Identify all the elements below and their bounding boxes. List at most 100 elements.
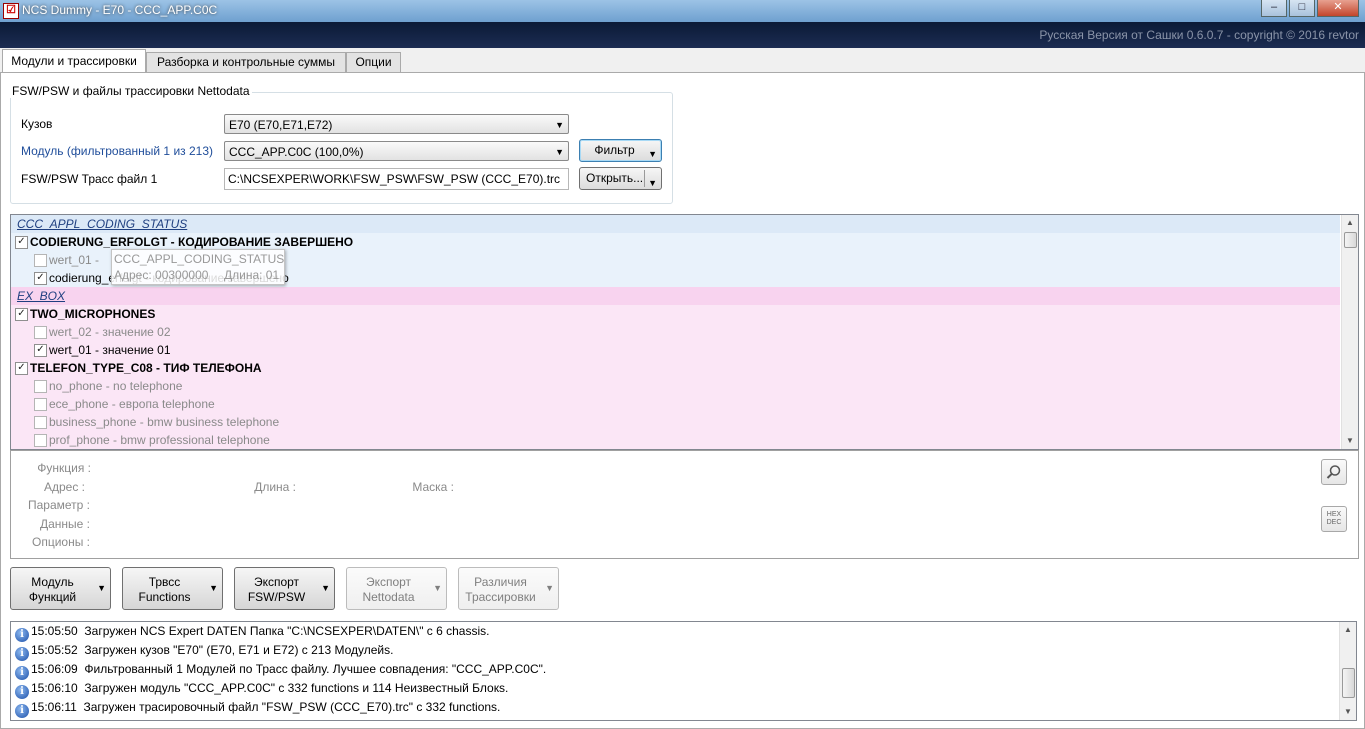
info-icon: i: [15, 647, 29, 661]
tree-parameter-row[interactable]: ✓ TWO_MICROPHONES: [11, 305, 1340, 323]
tree-value-row[interactable]: business_phone - bmw business telephone: [11, 413, 1340, 431]
tree-value-label: no_phone - no telephone: [49, 379, 183, 393]
tree-value-row[interactable]: no_phone - no telephone: [11, 377, 1340, 395]
filter-button[interactable]: Фильтр ▼: [579, 139, 662, 162]
checkbox-checked[interactable]: ✓: [15, 236, 28, 249]
trace-file-label: FSW/PSW Трасс файл 1: [21, 172, 158, 186]
checkbox-unchecked[interactable]: [34, 380, 47, 393]
trace-file-input[interactable]: C:\NCSEXPER\WORK\FSW_PSW\FSW_PSW (CCC_E7…: [224, 168, 569, 190]
hex-dec-toggle-button[interactable]: HEX DEC: [1321, 506, 1347, 532]
info-icon: i: [15, 685, 29, 699]
checkbox-unchecked[interactable]: [34, 434, 47, 447]
export-nettodata-button[interactable]: Экспорт Nettodata ▼: [346, 567, 447, 610]
title-bar: ☑ NCS Dummy - E70 - CCC_APP.C0C – □ ✕: [0, 0, 1365, 22]
checkbox-unchecked[interactable]: [34, 398, 47, 411]
checkbox-checked[interactable]: ✓: [34, 344, 47, 357]
app-icon[interactable]: ☑: [3, 3, 19, 19]
open-button-label: Открыть...: [586, 171, 644, 185]
tree-value-row[interactable]: wert_02 - значение 02: [11, 323, 1340, 341]
scroll-thumb[interactable]: [1342, 668, 1355, 698]
log-entry: i 15:05:52 Загружен кузов "E70" (E70, E71…: [15, 641, 393, 661]
module-select[interactable]: CCC_APP.C0C (100,0%) ▼: [224, 141, 569, 161]
filter-button-label: Фильтр: [594, 143, 635, 157]
window-controls: – □ ✕: [1259, 0, 1359, 18]
tree-scrollbar[interactable]: ▲ ▼: [1341, 215, 1358, 449]
tree-value-label: wert_02 - значение 02: [49, 325, 171, 339]
scroll-down-arrow-icon[interactable]: ▼: [1342, 433, 1358, 449]
tab-page-modules: FSW/PSW и файлы трассировки Nettodata Ку…: [0, 72, 1365, 729]
tree-value-label: business_phone - bmw business telephone: [49, 415, 280, 429]
log-time: 15:05:50: [31, 624, 78, 638]
tree-value-row[interactable]: ece_phone - европа telephone: [11, 395, 1340, 413]
scroll-up-arrow-icon[interactable]: ▲: [1340, 622, 1356, 638]
chevron-down-icon: ▼: [648, 149, 657, 159]
tooltip: CCC_APPL_CODING_STATUS Адрес: 00300000 Д…: [111, 249, 285, 285]
tree-parameter-row[interactable]: ✓ TELEFON_TYPE_C08 - ТИФ ТЕЛЕФОНА: [11, 359, 1340, 377]
tree-value-label: ece_phone - европа telephone: [49, 397, 215, 411]
log-entry: i 15:05:50 Загружен NCS Expert DATEN Папк…: [15, 622, 490, 642]
log-text: Загружен NCS Expert DATEN Папка "C:\NCSE…: [84, 624, 490, 638]
log-entry: i 15:06:09 Фильтрованный 1 Модулей по Тра…: [15, 660, 547, 680]
tree-value-row[interactable]: prof_phone - bmw professional telephone: [11, 431, 1340, 449]
coding-tree[interactable]: CCC_APPL_CODING_STATUS ✓ CODIERUNG_ERFOL…: [10, 214, 1359, 450]
module-select-value: CCC_APP.C0C (100,0%): [229, 145, 364, 159]
button-line2: Функций: [28, 590, 77, 604]
open-button[interactable]: Открыть... ▼: [579, 167, 662, 190]
scroll-down-arrow-icon[interactable]: ▼: [1340, 704, 1356, 720]
log-entry: i 15:06:10 Загружен модуль "CCC_APP.C0C" …: [15, 679, 509, 699]
tree-category-row[interactable]: EX_BOX: [11, 287, 1340, 305]
log-text: Загружен модуль "CCC_APP.C0C" с 332 func…: [84, 681, 509, 695]
checkbox-unchecked[interactable]: [34, 416, 47, 429]
log-entry: i 15:06:11 Загружен трасировочный файл "F…: [15, 698, 501, 718]
magnifier-icon[interactable]: [1321, 459, 1347, 485]
close-button[interactable]: ✕: [1317, 0, 1359, 17]
function-label: Функция :: [37, 461, 91, 475]
length-label: Длина :: [254, 480, 296, 494]
minimize-button[interactable]: –: [1261, 0, 1287, 17]
checkbox-checked[interactable]: ✓: [15, 308, 28, 321]
chevron-down-icon: ▼: [545, 583, 554, 593]
button-line2: FSW/PSW: [247, 590, 306, 604]
log-text: Загружен трасировочный файл "FSW_PSW (CC…: [83, 700, 501, 714]
trace-differences-button[interactable]: Различия Трассировки ▼: [458, 567, 559, 610]
tree-value-label: wert_01 -: [49, 253, 100, 267]
chevron-down-icon: ▼: [555, 147, 564, 157]
magnifier-icon-graphic: [1326, 465, 1341, 479]
tree-parameter-label: TELEFON_TYPE_C08 - ТИФ ТЕЛЕФОНА: [30, 361, 262, 375]
chevron-down-icon: ▼: [321, 583, 330, 593]
tab-modules[interactable]: Модули и трассировки: [2, 49, 146, 73]
parameter-label: Параметр :: [27, 498, 90, 512]
log-scrollbar[interactable]: ▲ ▼: [1339, 622, 1356, 720]
log-text: Фильтрованный 1 Модулей по Трасс файлу. …: [84, 662, 547, 676]
module-label: Модуль (фильтрованный 1 из 213): [21, 144, 213, 158]
button-line1: Экспорт: [253, 575, 300, 589]
tab-checksums[interactable]: Разборка и контрольные суммы: [146, 52, 346, 72]
module-functions-button[interactable]: Модуль Функций ▼: [10, 567, 111, 610]
log-time: 15:06:10: [31, 681, 78, 695]
scroll-thumb[interactable]: [1344, 232, 1357, 248]
checkbox-unchecked[interactable]: [34, 326, 47, 339]
tree-value-row[interactable]: ✓ wert_01 - значение 01: [11, 341, 1340, 359]
tooltip-address: Адрес: 00300000: [114, 268, 209, 282]
tree-category-label: CCC_APPL_CODING_STATUS: [17, 217, 188, 231]
maximize-button[interactable]: □: [1289, 0, 1315, 17]
export-fsw-psw-button[interactable]: Экспорт FSW/PSW ▼: [234, 567, 335, 610]
info-icon: i: [15, 628, 29, 642]
chevron-down-icon: ▼: [648, 178, 657, 188]
trace-functions-button[interactable]: Трвсс Functions ▼: [122, 567, 223, 610]
checkbox-unchecked[interactable]: [34, 254, 47, 267]
tree-category-row[interactable]: CCC_APPL_CODING_STATUS: [11, 215, 1340, 233]
checkbox-checked[interactable]: ✓: [15, 362, 28, 375]
tooltip-title: CCC_APPL_CODING_STATUS: [114, 252, 285, 266]
tooltip-length: Длина: 01: [224, 268, 280, 282]
tab-bar: Модули и трассировки Разборка и контроль…: [0, 49, 1365, 73]
scroll-up-arrow-icon[interactable]: ▲: [1342, 215, 1358, 231]
mask-label: Маска :: [412, 480, 454, 494]
tab-options[interactable]: Опции: [346, 52, 401, 72]
log-time: 15:06:09: [31, 662, 78, 676]
chevron-down-icon: ▼: [555, 120, 564, 130]
checkbox-checked[interactable]: ✓: [34, 272, 47, 285]
log-panel[interactable]: i 15:05:50 Загружен NCS Expert DATEN Папк…: [10, 621, 1357, 721]
button-line2: Трассировки: [465, 590, 536, 604]
chassis-select[interactable]: E70 (E70,E71,E72) ▼: [224, 114, 569, 134]
